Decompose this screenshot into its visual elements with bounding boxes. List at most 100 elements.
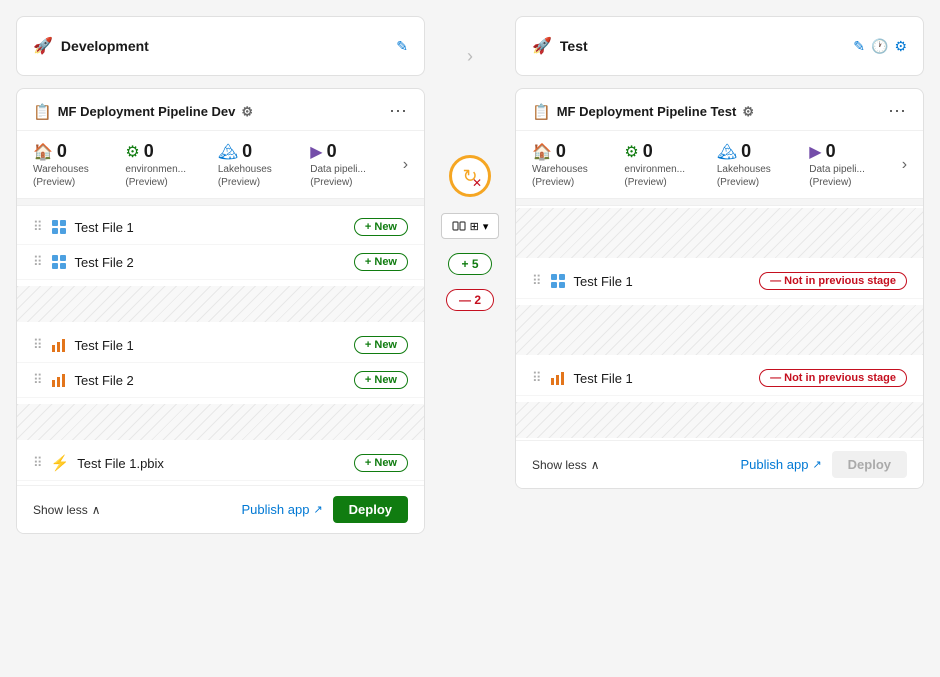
compare-icon (452, 219, 466, 233)
dev-hatch-row-1 (17, 286, 424, 322)
test-warehouse-sublabel: (Preview) (532, 177, 574, 188)
dev-warehouse-num: 0 (57, 141, 67, 162)
dev-item1-drag-icon: ⠿ (33, 219, 43, 235)
dev-metric-lakehouse: 🏔 0 Lakehouses (Preview) (218, 141, 310, 188)
test-history-icon[interactable]: 🕐 (871, 38, 888, 55)
test-env-num: 0 (643, 141, 653, 162)
test-metric-datapipeline: ▶ 0 Data pipeli... (Preview) (809, 141, 901, 188)
dev-pipeline-settings-icon[interactable]: ⚙ (241, 104, 253, 120)
test-deploy-btn[interactable]: Deploy (832, 451, 907, 478)
test-warehouse-label: Warehouses (532, 164, 588, 175)
dev-stage-label: Development (61, 38, 149, 54)
test-item1-name: Test File 1 (574, 274, 633, 289)
test-footer-right: Publish app ↗ Deploy (740, 451, 907, 478)
dev-datapipeline-num: 0 (327, 141, 337, 162)
dev-item1-left: ⠿ Test File 1 (33, 219, 134, 235)
dev-pipeline-card: 📋 MF Deployment Pipeline Dev ⚙ ⋯ 🏠 0 War… (16, 88, 425, 534)
test-settings-icon[interactable]: ⚙ (894, 38, 907, 55)
test-lakehouse-sublabel: (Preview) (717, 177, 759, 188)
dev-warehouse-icon: 🏠 (33, 142, 53, 162)
plus-count-label[interactable]: + 5 (448, 253, 491, 275)
dev-lakehouse-icon: 🏔 (218, 142, 238, 162)
test-publish-app-ext-icon: ↗ (812, 458, 821, 471)
dev-stage-icon: 🚀 (33, 36, 53, 56)
dev-pbix-item1-icon: ⚡ (51, 454, 70, 472)
connector-column: › ↻ ✕ ⊞ ▾ + 5 — 2 (425, 16, 515, 311)
dev-stage-title: 🚀 Development (33, 36, 149, 56)
test-item1-badge: — Not in previous stage (759, 272, 907, 290)
test-metric-lakehouse: 🏔 0 Lakehouses (Preview) (717, 141, 809, 188)
dev-datapipeline-icon: ▶ (310, 142, 322, 162)
dev-datapipeline-sublabel: (Preview) (310, 177, 352, 188)
compare-btn[interactable]: ⊞ ▾ (441, 213, 500, 239)
dev-metric-datapipeline: ▶ 0 Data pipeli... (Preview) (310, 141, 402, 188)
dev-item1-grid-icon (51, 219, 67, 235)
compare-btn-area: ⊞ ▾ (441, 213, 500, 239)
test-pipeline-settings-icon[interactable]: ⚙ (742, 104, 754, 120)
dev-pbix-item1-drag-icon: ⠿ (33, 455, 43, 471)
test-lakehouse-num: 0 (741, 141, 751, 162)
test-chart-item-row: ⠿ Test File 1 — Not in previous stage (516, 361, 923, 396)
dev-footer-right: Publish app ↗ Deploy (241, 496, 408, 523)
minus-count-label[interactable]: — 2 (446, 289, 494, 311)
test-pipeline-title: 📋 MF Deployment Pipeline Test ⚙ (532, 103, 754, 121)
dev-chart-item1-left: ⠿ Test File 1 (33, 337, 134, 353)
dev-metrics-arrow[interactable]: › (403, 156, 408, 174)
test-datapipeline-label: Data pipeli... (809, 164, 865, 175)
test-show-less-chevron: ∧ (591, 458, 600, 472)
pipeline-container: 🚀 Development ✎ 📋 MF Deployment Pipeline… (16, 16, 924, 534)
dev-show-less-chevron: ∧ (92, 503, 101, 517)
compare-dropdown[interactable]: ▾ (483, 220, 489, 233)
test-datapipeline-icon: ▶ (809, 142, 821, 162)
dev-publish-app-ext-icon: ↗ (313, 503, 322, 516)
test-publish-app-link[interactable]: Publish app ↗ (740, 457, 821, 472)
dev-item2-left: ⠿ Test File 2 (33, 254, 134, 270)
test-datapipeline-sublabel: (Preview) (809, 177, 851, 188)
dev-warehouse-sublabel: (Preview) (33, 177, 75, 188)
dev-metric-env: ⚙ 0 environmen... (Preview) (125, 141, 217, 188)
test-stage-icon: 🚀 (532, 36, 552, 56)
test-show-less-label: Show less (532, 458, 587, 472)
dev-lakehouse-num: 0 (242, 141, 252, 162)
dev-edit-icon[interactable]: ✎ (396, 38, 408, 55)
test-items-section2: ⠿ Test File 1 — Not in previous stage (516, 357, 923, 400)
dev-item1-name: Test File 1 (75, 220, 134, 235)
test-stage-header: 🚀 Test ✎ 🕐 ⚙ (515, 16, 924, 76)
dev-pipeline-card-icon: 📋 (33, 103, 52, 121)
dev-pipeline-more-icon[interactable]: ⋯ (389, 101, 408, 122)
test-chart-item1-left: ⠿ Test File 1 (532, 370, 633, 386)
dev-lakehouse-label: Lakehouses (218, 164, 272, 175)
test-items-section1: ⠿ Test File 1 — Not in previous stage (516, 260, 923, 303)
dev-pbix-item1-badge: + New (354, 454, 408, 472)
test-warehouse-num: 0 (556, 141, 566, 162)
dev-chart-item1-icon (51, 337, 67, 353)
dev-items-section2: ⠿ Test File 1 + New ⠿ (17, 324, 424, 402)
dev-pipeline-card-header: 📋 MF Deployment Pipeline Dev ⚙ ⋯ (17, 89, 424, 131)
dev-show-less-btn[interactable]: Show less ∧ (33, 503, 101, 517)
dev-stage-header: 🚀 Development ✎ (16, 16, 425, 76)
sync-x-icon: ✕ (472, 176, 482, 190)
dev-chart-item2-icon (51, 372, 67, 388)
dev-chart-item1-name: Test File 1 (75, 338, 134, 353)
dev-env-num: 0 (144, 141, 154, 162)
dev-item1-badge: + New (354, 218, 408, 236)
dev-deploy-btn[interactable]: Deploy (333, 496, 408, 523)
dev-chart-item2-name: Test File 2 (75, 373, 134, 388)
plus-count-badge: + 5 (448, 253, 491, 275)
sync-circle: ↻ ✕ (449, 155, 491, 197)
dev-publish-app-link[interactable]: Publish app ↗ (241, 502, 322, 517)
dev-chart-item-row: ⠿ Test File 2 + New (17, 363, 424, 398)
compare-label: ⊞ (470, 220, 479, 233)
test-metrics-arrow[interactable]: › (902, 156, 907, 174)
dev-chart-item2-left: ⠿ Test File 2 (33, 372, 134, 388)
test-pipeline-more-icon[interactable]: ⋯ (888, 101, 907, 122)
test-item1-drag-icon: ⠿ (532, 273, 542, 289)
dev-item2-badge: + New (354, 253, 408, 271)
dev-datapipeline-label: Data pipeli... (310, 164, 366, 175)
test-env-icon: ⚙ (624, 142, 638, 162)
test-edit-icon[interactable]: ✎ (853, 38, 865, 55)
test-card-footer: Show less ∧ Publish app ↗ Deploy (516, 440, 923, 488)
dev-env-icon: ⚙ (125, 142, 139, 162)
test-show-less-btn[interactable]: Show less ∧ (532, 458, 600, 472)
dev-item2-drag-icon: ⠿ (33, 254, 43, 270)
